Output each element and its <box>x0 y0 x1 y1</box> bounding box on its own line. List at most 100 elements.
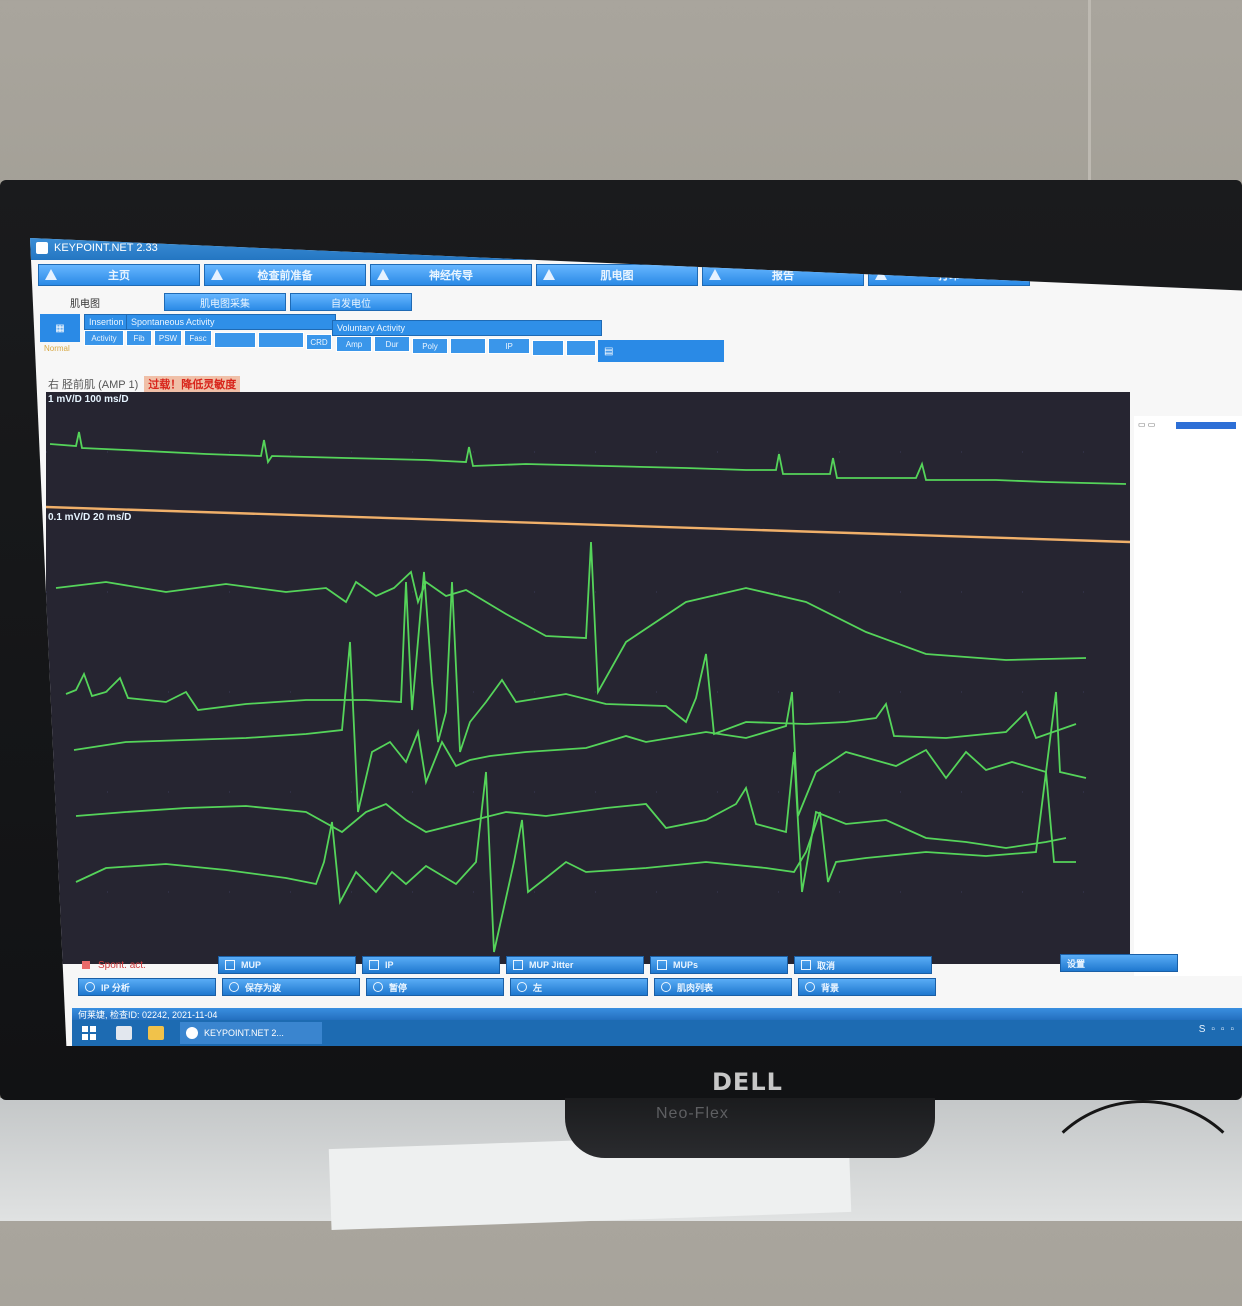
bottom-row-1: Spont. act. MUP IP MUP Jitter MUPs 取消 <box>78 956 932 974</box>
group-voluntary[interactable]: Voluntary Activity <box>332 320 602 336</box>
opt-blank-4[interactable] <box>532 340 564 356</box>
opt-blank-3[interactable] <box>450 338 486 354</box>
subnav-tab-emg-acquire[interactable]: 肌电图采集 <box>164 293 286 311</box>
button-label: MUP Jitter <box>529 960 574 970</box>
trace-row-2 <box>65 571 1077 753</box>
button-label: 保存为波 <box>245 982 282 993</box>
nav-tab-label: 神经传导 <box>429 270 473 282</box>
group-insertion[interactable]: Insertion <box>84 314 130 330</box>
nav-tab-emg[interactable]: 肌电图 <box>536 264 698 286</box>
tray-icon[interactable]: ▫ <box>1221 1024 1225 1035</box>
emg-traces <box>46 431 1130 953</box>
monitor-brand: DELL <box>712 1068 783 1096</box>
button-label: IP <box>385 960 394 970</box>
panel-label: ▭ ▭ <box>1138 420 1156 429</box>
patient-info: 何莱婕, 检查ID: 02242, 2021-11-04 <box>78 1009 218 1020</box>
button-label: 暂停 <box>389 982 408 993</box>
muscle-name: 右 胫前肌 (AMP 1) <box>48 379 139 391</box>
opt-fasc[interactable]: Fasc <box>184 330 212 346</box>
trace-row-3 <box>73 641 1087 817</box>
radio-icon <box>229 982 239 992</box>
ip-analysis-button[interactable]: IP 分析 <box>78 978 216 996</box>
folder-icon[interactable] <box>148 1026 164 1040</box>
nav-tab-label: 检查前准备 <box>257 270 313 282</box>
group-spontaneous[interactable]: Spontaneous Activity <box>126 314 336 330</box>
cable <box>1030 1100 1242 1306</box>
ime-icon[interactable]: S <box>1199 1024 1206 1035</box>
normal-label: Normal <box>44 344 70 353</box>
settings-button[interactable]: 设置 <box>1060 954 1178 972</box>
nav-tab-nerve-conduction[interactable]: 神经传导 <box>370 264 532 286</box>
triangle-icon <box>543 269 555 280</box>
radio-icon <box>805 982 815 992</box>
checkbox-icon <box>801 960 811 970</box>
triangle-icon <box>45 269 57 280</box>
cancel-button[interactable]: 取消 <box>794 956 932 974</box>
subnav-tab-spontaneous[interactable]: 自发电位 <box>290 293 412 311</box>
mup-button[interactable]: MUP <box>218 956 356 974</box>
opt-crd[interactable]: CRD <box>306 334 332 350</box>
nav-tab-home[interactable]: 主页 <box>38 264 200 286</box>
button-label: 设置 <box>1067 958 1086 969</box>
taskbar-app-label: KEYPOINT.NET 2... <box>204 1028 284 1038</box>
side-left-button[interactable]: 左 <box>510 978 648 996</box>
monitor-stand <box>565 1098 935 1158</box>
button-label: IP 分析 <box>101 982 130 993</box>
record-indicator-icon <box>82 961 90 969</box>
nav-tab-prep[interactable]: 检查前准备 <box>204 264 366 286</box>
opt-blank-5[interactable] <box>566 340 596 356</box>
pause-button[interactable]: 暂停 <box>366 978 504 996</box>
opt-blank-1[interactable] <box>214 332 256 348</box>
checkbox-icon <box>513 960 523 970</box>
options-side-button[interactable]: ▦ <box>40 314 80 342</box>
spont-act-toggle[interactable]: Spont. act. <box>78 957 212 973</box>
system-tray: S ▫ ▫ ▫ <box>1199 1024 1234 1035</box>
opt-fib[interactable]: Fib <box>126 330 152 346</box>
window-title: KEYPOINT.NET 2.33 <box>54 242 158 254</box>
opt-poly[interactable]: Poly <box>412 338 448 354</box>
radio-icon <box>373 982 383 992</box>
trace-threshold <box>46 505 1130 544</box>
nav-tab-label: 肌电图 <box>600 270 634 282</box>
triangle-icon <box>709 269 721 280</box>
button-label: MUPs <box>673 960 699 970</box>
level-bar[interactable] <box>1176 422 1236 429</box>
spont-act-label: Spont. act. <box>98 959 146 971</box>
trace-row-4 <box>75 751 1067 893</box>
muscle-list-button[interactable]: 肌肉列表 <box>654 978 792 996</box>
trace-top <box>49 431 1127 485</box>
save-wave-button[interactable]: 保存为波 <box>222 978 360 996</box>
windows-start-icon[interactable] <box>82 1026 96 1040</box>
opt-blank-2[interactable] <box>258 332 304 348</box>
taskbar: KEYPOINT.NET 2... S ▫ ▫ ▫ <box>72 1020 1242 1046</box>
mup-jitter-button[interactable]: MUP Jitter <box>506 956 644 974</box>
opt-amp[interactable]: Amp <box>336 336 372 352</box>
trace-row-5 <box>75 771 1076 953</box>
app-icon <box>186 1027 198 1039</box>
opt-psw[interactable]: PSW <box>154 330 182 346</box>
checkbox-icon <box>369 960 379 970</box>
tray-icon[interactable]: ▫ <box>1211 1024 1215 1035</box>
opt-ip[interactable]: IP <box>488 338 530 354</box>
taskbar-app-keypoint[interactable]: KEYPOINT.NET 2... <box>180 1022 322 1044</box>
background-button[interactable]: 背景 <box>798 978 936 996</box>
grid-dots <box>46 451 1130 893</box>
button-label: 左 <box>533 982 543 993</box>
mups-button[interactable]: MUPs <box>650 956 788 974</box>
emg-trace-display[interactable]: 1 mV/D 100 ms/D 0.1 mV/D 20 ms/D <box>46 392 1130 964</box>
right-panel: ▭ ▭ <box>1134 416 1242 976</box>
options-right-button[interactable]: ▤ <box>598 340 724 362</box>
ip-button[interactable]: IP <box>362 956 500 974</box>
tray-icon[interactable]: ▫ <box>1230 1024 1234 1035</box>
scale-bottom: 0.1 mV/D 20 ms/D <box>48 512 132 523</box>
opt-activity[interactable]: Activity <box>84 330 124 346</box>
triangle-icon <box>211 269 223 280</box>
nav-tab-label: 主页 <box>108 270 130 282</box>
radio-icon <box>85 982 95 992</box>
bottom-row-2: IP 分析 保存为波 暂停 左 肌肉列表 背景 <box>78 978 936 996</box>
triangle-icon <box>377 269 389 280</box>
subnav-label: 肌电图 <box>70 298 100 310</box>
opt-dur[interactable]: Dur <box>374 336 410 352</box>
radio-icon <box>661 982 671 992</box>
task-view-icon[interactable] <box>116 1026 132 1040</box>
